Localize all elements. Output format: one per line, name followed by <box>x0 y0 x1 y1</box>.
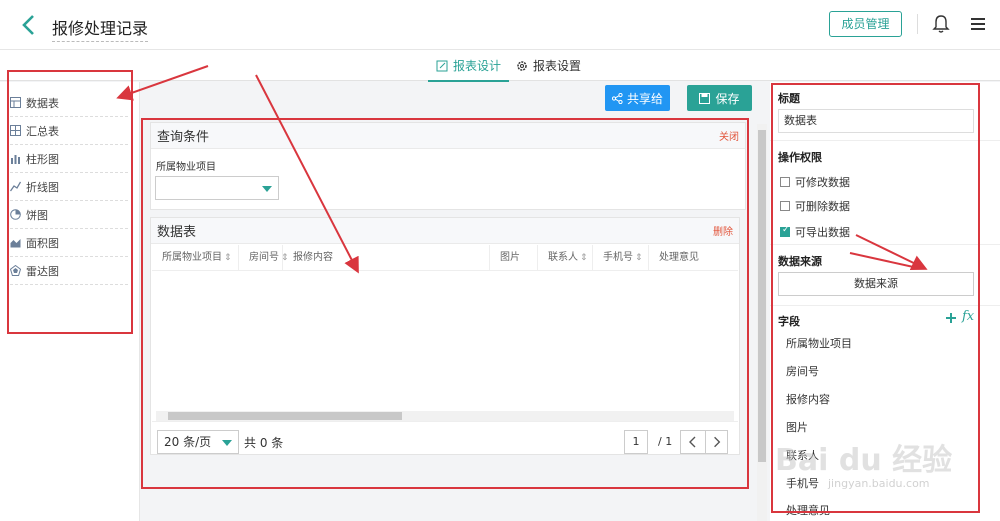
vertical-scrollbar[interactable] <box>757 124 767 521</box>
share-button[interactable]: 共享给 <box>605 85 670 111</box>
back-arrow-icon[interactable] <box>18 12 40 38</box>
designer-tabs: 报表设计 报表设置 <box>0 50 1000 82</box>
edit-icon <box>436 60 448 71</box>
save-icon <box>699 92 711 104</box>
gear-icon <box>517 60 527 71</box>
tab-report-design[interactable]: 报表设计 <box>427 57 510 82</box>
divider <box>917 14 918 34</box>
share-label: 共享给 <box>626 91 663 106</box>
top-bar: 报修处理记录 成员管理 <box>0 0 1000 50</box>
bell-icon[interactable] <box>932 14 950 34</box>
menu-icon[interactable] <box>970 16 986 32</box>
tab-label: 报表设计 <box>453 59 502 73</box>
member-management-button[interactable]: 成员管理 <box>829 11 902 37</box>
tab-report-settings[interactable]: 报表设置 <box>516 57 581 74</box>
save-button[interactable]: 保存 <box>687 85 752 111</box>
share-icon <box>611 92 623 104</box>
tab-label: 报表设置 <box>533 59 582 73</box>
save-label: 保存 <box>715 91 740 106</box>
annotation-box-left <box>7 70 133 334</box>
page-title[interactable]: 报修处理记录 <box>52 15 149 42</box>
annotation-box-right <box>771 83 980 513</box>
annotation-box-center <box>141 118 749 489</box>
scrollbar-thumb[interactable] <box>758 130 766 462</box>
